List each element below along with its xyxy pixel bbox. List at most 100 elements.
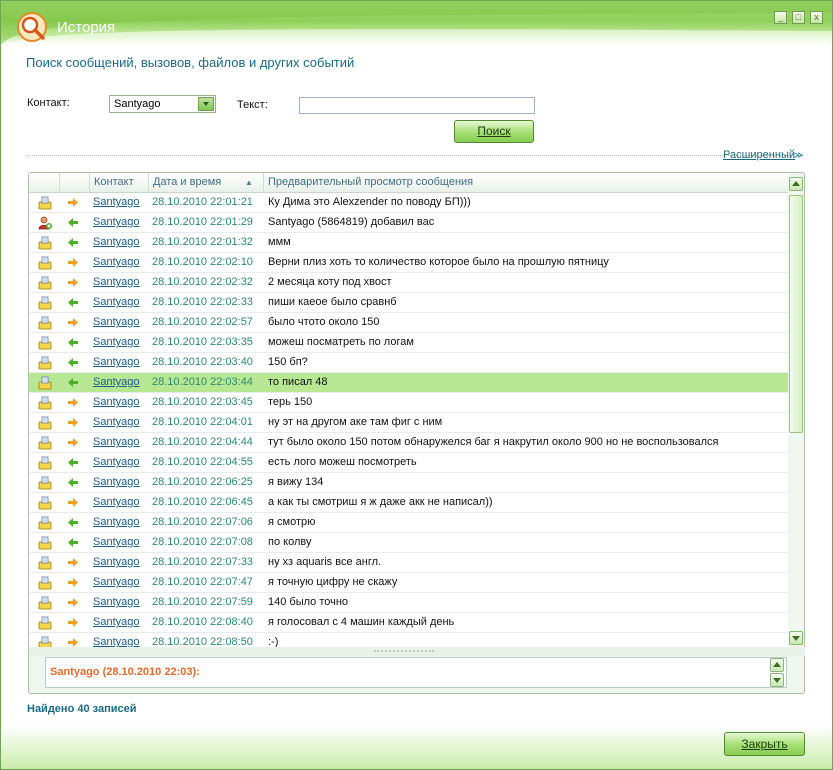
row-contact-link[interactable]: Santyago xyxy=(93,616,139,628)
table-row[interactable]: Santyago 28.10.2010 22:02:57 было чтото ок… xyxy=(29,313,789,333)
row-contact-link[interactable]: Santyago xyxy=(93,296,139,308)
row-contact-link[interactable]: Santyago xyxy=(93,576,139,588)
row-contact-link[interactable]: Santyago xyxy=(93,476,139,488)
table-row[interactable]: Santyago 28.10.2010 22:01:21 Ку Дима это A… xyxy=(29,193,789,213)
window-title: История xyxy=(57,19,116,36)
table-row[interactable]: Santyago 28.10.2010 22:02:32 2 месяца коту… xyxy=(29,273,789,293)
chevron-down-icon[interactable] xyxy=(198,97,214,111)
envelope-icon xyxy=(38,436,52,450)
row-contact-link[interactable]: Santyago xyxy=(93,196,139,208)
row-contact-link[interactable]: Santyago xyxy=(93,556,139,568)
row-message-preview: я голосовал с 4 машин каждый день xyxy=(268,616,455,628)
column-header-preview[interactable]: Предварительный просмотр сообщения xyxy=(263,173,789,192)
row-contact-link[interactable]: Santyago xyxy=(93,496,139,508)
table-row[interactable]: Santyago 28.10.2010 22:07:47 я точную цифр… xyxy=(29,573,789,593)
contact-select[interactable]: Santyago xyxy=(109,95,216,113)
scroll-thumb[interactable] xyxy=(789,195,803,433)
row-datetime: 28.10.2010 22:04:44 xyxy=(152,436,253,448)
table-row[interactable]: Santyago 28.10.2010 22:01:29 Santyago (586… xyxy=(29,213,789,233)
row-message-preview: было чтото около 150 xyxy=(268,316,380,328)
table-row[interactable]: Santyago 28.10.2010 22:03:35 можеш посматр… xyxy=(29,333,789,353)
minimize-button[interactable]: _ xyxy=(774,11,787,24)
row-contact-link[interactable]: Santyago xyxy=(93,636,139,647)
close-window-button[interactable]: x xyxy=(810,11,823,24)
table-row[interactable]: Santyago 28.10.2010 22:02:10 Верни плиз хо… xyxy=(29,253,789,273)
preview-scrollbar[interactable] xyxy=(769,658,785,687)
table-row[interactable]: Santyago 28.10.2010 22:06:25 я вижу 134 xyxy=(29,473,789,493)
row-contact-link[interactable]: Santyago xyxy=(93,336,139,348)
table-row[interactable]: Santyago 28.10.2010 22:07:33 ну хз aquaris… xyxy=(29,553,789,573)
advanced-search-link[interactable]: Расширенный xyxy=(723,149,795,161)
contact-select-value: Santyago xyxy=(114,98,161,110)
preview-header: Santyago (28.10.2010 22:03): xyxy=(50,666,200,678)
row-contact-link[interactable]: Santyago xyxy=(93,356,139,368)
envelope-icon xyxy=(38,416,52,430)
row-contact-link[interactable]: Santyago xyxy=(93,216,139,228)
table-row[interactable]: Santyago 28.10.2010 22:07:06 я смотрю xyxy=(29,513,789,533)
row-datetime: 28.10.2010 22:06:25 xyxy=(152,476,253,488)
table-row[interactable]: Santyago 28.10.2010 22:04:44 тут было окол… xyxy=(29,433,789,453)
row-contact-link[interactable]: Santyago xyxy=(93,396,139,408)
table-row[interactable]: Santyago 28.10.2010 22:08:40 я голосовал с… xyxy=(29,613,789,633)
title-bar-swoosh xyxy=(1,1,832,45)
row-contact-link[interactable]: Santyago xyxy=(93,516,139,528)
row-message-preview: тут было около 150 потом обнаружелся баг… xyxy=(268,436,719,448)
preview-scroll-up-button[interactable] xyxy=(770,658,784,672)
arrow-right-icon xyxy=(68,498,78,507)
column-header-direction[interactable] xyxy=(59,173,89,192)
envelope-icon xyxy=(38,296,52,310)
table-row[interactable]: Santyago 28.10.2010 22:03:44 то писал 48 xyxy=(29,373,789,393)
row-datetime: 28.10.2010 22:07:59 xyxy=(152,596,253,608)
text-search-input[interactable] xyxy=(299,97,535,114)
arrow-right-icon xyxy=(68,638,78,647)
preview-splitter[interactable] xyxy=(29,647,805,656)
triangle-down-icon xyxy=(792,636,800,641)
table-row[interactable]: Santyago 28.10.2010 22:03:40 150 бп? xyxy=(29,353,789,373)
close-button[interactable]: Закрыть xyxy=(724,732,805,756)
splitter-grip[interactable] xyxy=(374,650,434,652)
arrow-left-icon xyxy=(68,338,78,347)
double-chevron-icon[interactable]: ≫ xyxy=(794,150,803,161)
row-contact-link[interactable]: Santyago xyxy=(93,416,139,428)
column-header-datetime-label: Дата и время xyxy=(153,176,222,188)
table-row[interactable]: Santyago 28.10.2010 22:07:08 по колву xyxy=(29,533,789,553)
row-message-preview: ну хз aquaris все англ. xyxy=(268,556,382,568)
row-contact-link[interactable]: Santyago xyxy=(93,276,139,288)
triangle-up-icon xyxy=(792,181,800,186)
scroll-down-button[interactable] xyxy=(789,631,803,645)
table-row[interactable]: Santyago 28.10.2010 22:08:50:-) xyxy=(29,633,789,647)
row-contact-link[interactable]: Santyago xyxy=(93,376,139,388)
title-bar[interactable]: История _ □ x xyxy=(1,1,832,45)
maximize-button[interactable]: □ xyxy=(792,11,805,24)
table-row[interactable]: Santyago 28.10.2010 22:04:55 есть лого мож… xyxy=(29,453,789,473)
column-header-datetime[interactable]: Дата и время ▲ xyxy=(148,173,263,192)
column-header-type[interactable] xyxy=(29,173,59,192)
grid-vertical-scrollbar[interactable] xyxy=(788,175,804,647)
row-message-preview: Ку Дима это Alexzender по поводу БП))) xyxy=(268,196,471,208)
table-row[interactable]: Santyago 28.10.2010 22:01:32 ммм xyxy=(29,233,789,253)
arrow-right-icon xyxy=(68,558,78,567)
row-datetime: 28.10.2010 22:03:44 xyxy=(152,376,253,388)
table-row[interactable]: Santyago 28.10.2010 22:06:45 а как ты смот… xyxy=(29,493,789,513)
table-row[interactable]: Santyago 28.10.2010 22:03:45 терь 150 xyxy=(29,393,789,413)
row-contact-link[interactable]: Santyago xyxy=(93,436,139,448)
row-contact-link[interactable]: Santyago xyxy=(93,536,139,548)
table-row[interactable]: Santyago 28.10.2010 22:04:01 ну эт на друг… xyxy=(29,413,789,433)
scroll-up-button[interactable] xyxy=(789,177,803,191)
arrow-left-icon xyxy=(68,238,78,247)
row-contact-link[interactable]: Santyago xyxy=(93,316,139,328)
page-header: Поиск сообщений, вызовов, файлов и други… xyxy=(26,55,355,70)
arrow-right-icon xyxy=(68,418,78,427)
row-datetime: 28.10.2010 22:01:29 xyxy=(152,216,253,228)
row-contact-link[interactable]: Santyago xyxy=(93,236,139,248)
message-preview: Santyago (28.10.2010 22:03): xyxy=(45,657,787,688)
search-button[interactable]: Поиск xyxy=(454,120,534,143)
results-grid: Контакт Дата и время ▲ Предварительный п… xyxy=(29,173,789,647)
table-row[interactable]: Santyago 28.10.2010 22:07:59 140 было точн… xyxy=(29,593,789,613)
preview-scroll-down-button[interactable] xyxy=(770,673,784,687)
table-row[interactable]: Santyago 28.10.2010 22:02:33 пиши каеое бы… xyxy=(29,293,789,313)
row-contact-link[interactable]: Santyago xyxy=(93,596,139,608)
column-header-contact[interactable]: Контакт xyxy=(89,173,148,192)
row-contact-link[interactable]: Santyago xyxy=(93,456,139,468)
row-contact-link[interactable]: Santyago xyxy=(93,256,139,268)
